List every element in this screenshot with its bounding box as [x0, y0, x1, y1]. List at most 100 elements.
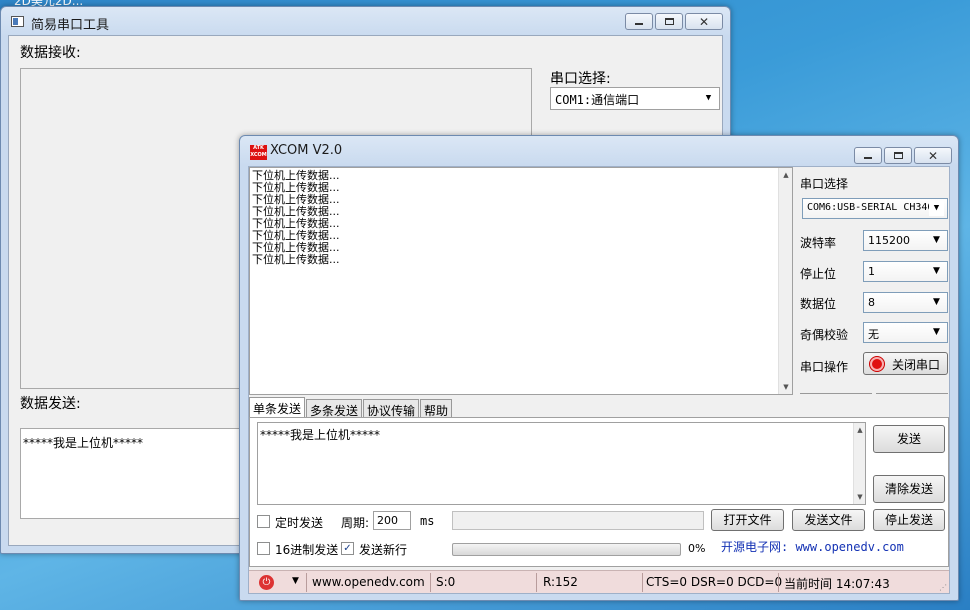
- tab-single-send[interactable]: 单条发送: [249, 397, 306, 417]
- title-bar[interactable]: ATK XCOM XCOM V2.0 ✕: [240, 136, 958, 164]
- status-separator: [642, 573, 643, 592]
- logo-bottom-text: XCOM: [250, 152, 267, 158]
- window-client: 下位机上传数据... 下位机上传数据... 下位机上传数据... 下位机上传数据…: [248, 166, 950, 594]
- status-sent-count: S:0: [436, 575, 456, 589]
- stop-bits-label: 停止位: [800, 267, 837, 281]
- chevron-down-icon: ▼: [929, 201, 944, 216]
- open-file-button[interactable]: 打开文件: [711, 509, 784, 531]
- status-url[interactable]: www.openedv.com: [312, 575, 425, 591]
- port-select-value: COM1:通信端口: [555, 93, 640, 107]
- send-panel: *****我是上位机***** ▲ ▼ 发送 清除发送 定时发送 周期: 200…: [249, 417, 949, 567]
- maximize-button[interactable]: [884, 147, 912, 164]
- timed-send-label: 定时发送: [275, 516, 324, 530]
- website-link[interactable]: 开源电子网: www.openedv.com: [721, 538, 904, 555]
- tab-multi-send[interactable]: 多条发送: [306, 399, 363, 418]
- data-bits-select[interactable]: 8 ▼: [863, 292, 948, 313]
- recv-scrollbar[interactable]: ▲ ▼: [778, 168, 792, 394]
- status-separator: [306, 573, 307, 592]
- close-button[interactable]: ✕: [685, 13, 723, 30]
- port-label: 串口选择:: [550, 71, 611, 87]
- status-separator: [430, 573, 431, 592]
- parity-select[interactable]: 无 ▼: [863, 322, 948, 343]
- xcom-window: ATK XCOM XCOM V2.0 ✕ 下位机上传数据... 下位机上传数据.…: [239, 135, 959, 601]
- title-bar[interactable]: 简易串口工具 ✕: [1, 7, 730, 35]
- minimize-button[interactable]: [625, 13, 653, 30]
- status-separator: [536, 573, 537, 592]
- power-icon[interactable]: ⏻: [259, 575, 274, 590]
- send-button[interactable]: 发送: [873, 425, 945, 453]
- chevron-down-icon: ▼: [933, 327, 940, 337]
- tab-protocol[interactable]: 协议传输: [363, 399, 420, 418]
- recv-area[interactable]: 下位机上传数据... 下位机上传数据... 下位机上传数据... 下位机上传数据…: [249, 167, 793, 395]
- maximize-button[interactable]: [655, 13, 683, 30]
- stop-bits-select[interactable]: 1 ▼: [863, 261, 948, 282]
- status-signals: CTS=0 DSR=0 DCD=0: [646, 575, 783, 589]
- scroll-up-icon[interactable]: ▲: [854, 423, 866, 437]
- port-select[interactable]: COM6:USB-SERIAL CH340 ▼: [802, 198, 948, 219]
- chevron-down-icon: ▼: [933, 297, 940, 307]
- stop-send-button[interactable]: 停止发送: [873, 509, 945, 531]
- send-file-button[interactable]: 发送文件: [792, 509, 865, 531]
- recv-line: 下位机上传数据...: [252, 253, 340, 266]
- resize-grip-icon[interactable]: ⋰: [939, 583, 947, 592]
- data-bits-label: 数据位: [800, 297, 837, 311]
- close-port-button[interactable]: 关闭串口: [863, 352, 948, 375]
- minimize-button[interactable]: [854, 147, 882, 164]
- maximize-icon: [664, 18, 674, 25]
- minimize-icon: [635, 23, 643, 25]
- chevron-down-icon: ▼: [705, 93, 712, 103]
- parity-value: 无: [868, 328, 879, 341]
- close-icon: ✕: [698, 14, 710, 29]
- status-time: 当前时间 14:07:43: [784, 577, 890, 591]
- maximize-icon: [893, 152, 903, 159]
- send-scrollbar[interactable]: ▲ ▼: [853, 423, 865, 504]
- record-icon: [870, 357, 884, 371]
- port-select[interactable]: COM1:通信端口 ▼: [550, 87, 720, 110]
- hex-send-checkbox[interactable]: [257, 542, 270, 555]
- tab-help[interactable]: 帮助: [420, 399, 453, 418]
- timed-send-checkbox[interactable]: [257, 515, 270, 528]
- progress-text: 0%: [688, 542, 706, 555]
- port-select-value: COM6:USB-SERIAL CH340: [807, 202, 934, 213]
- scroll-down-icon[interactable]: ▼: [854, 490, 866, 504]
- window-title: XCOM V2.0: [270, 143, 343, 158]
- period-value: 200: [377, 514, 398, 527]
- settings-divider: [800, 393, 872, 394]
- data-bits-value: 8: [868, 296, 875, 309]
- baud-select-value: 115200: [868, 234, 910, 247]
- file-path-input[interactable]: [452, 511, 704, 530]
- hex-send-label: 16进制发送: [275, 543, 339, 557]
- logo-top-text: ATK: [253, 145, 264, 151]
- status-separator: [778, 573, 779, 592]
- chevron-down-icon: ▼: [933, 266, 940, 276]
- recv-lines: 下位机上传数据... 下位机上传数据... 下位机上传数据... 下位机上传数据…: [252, 170, 790, 266]
- close-icon: ✕: [927, 148, 939, 163]
- close-button[interactable]: ✕: [914, 147, 952, 164]
- send-input-text: *****我是上位机*****: [23, 436, 144, 450]
- send-progress-bar: [452, 543, 681, 556]
- clear-send-button[interactable]: 清除发送: [873, 475, 945, 503]
- baud-select[interactable]: 115200 ▼: [863, 230, 948, 251]
- status-bar: ⏻ ▼ www.openedv.com S:0 R:152 CTS=0 DSR=…: [249, 570, 949, 593]
- send-input-text: *****我是上位机*****: [260, 428, 381, 442]
- parity-label: 奇偶校验: [800, 328, 849, 342]
- period-label: 周期:: [341, 516, 370, 530]
- status-recv-count: R:152: [543, 575, 578, 589]
- checkmark-icon: ✓: [343, 543, 352, 554]
- send-tabs: 单条发送 多条发送 协议传输 帮助: [249, 397, 453, 418]
- newline-checkbox[interactable]: ✓: [341, 542, 354, 555]
- window-title: 简易串口工具: [31, 18, 110, 33]
- port-label: 串口选择: [800, 177, 849, 191]
- period-unit: ms: [420, 514, 435, 528]
- scroll-down-icon[interactable]: ▼: [779, 380, 793, 394]
- stop-bits-value: 1: [868, 265, 875, 278]
- send-input[interactable]: *****我是上位机***** ▲ ▼: [257, 422, 866, 505]
- app-icon: [11, 16, 24, 27]
- close-port-label: 关闭串口: [892, 358, 941, 372]
- period-input[interactable]: 200: [373, 511, 411, 530]
- send-input[interactable]: *****我是上位机*****: [20, 428, 260, 519]
- recv-label: 数据接收:: [20, 45, 81, 61]
- send-label: 数据发送:: [20, 396, 81, 412]
- chevron-down-icon[interactable]: ▼: [292, 576, 299, 586]
- scroll-up-icon[interactable]: ▲: [779, 168, 793, 182]
